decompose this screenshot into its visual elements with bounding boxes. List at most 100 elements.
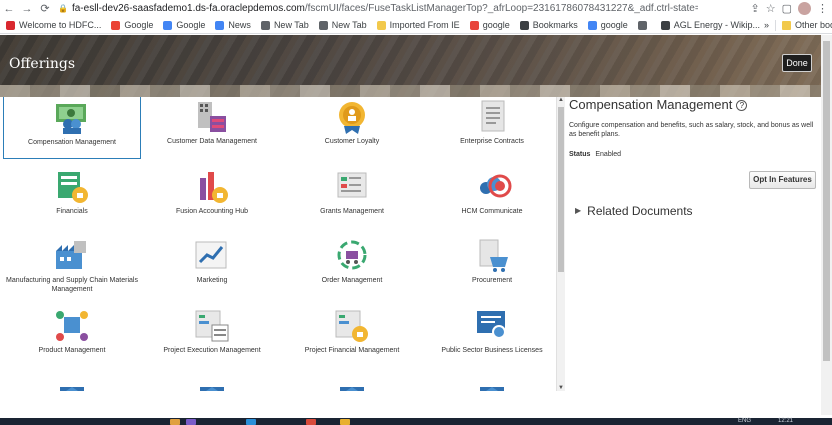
other-bookmarks-button[interactable]: Other bookmarks <box>795 20 832 30</box>
bookmark-item[interactable] <box>637 20 651 30</box>
taskbar-app-icon[interactable] <box>246 419 256 425</box>
offerings-grid: Compensation Management Customer Data Man… <box>0 97 556 391</box>
bookmark-item[interactable]: google <box>587 20 628 30</box>
detail-description: Configure compensation and benefits, suc… <box>569 122 814 138</box>
bookmark-item[interactable]: New Tab <box>260 20 309 30</box>
bookmark-item[interactable]: Imported From IE <box>376 20 460 30</box>
status-label: Status <box>569 151 591 158</box>
offering-tile[interactable]: Fusion Accounting Hub <box>143 164 281 229</box>
bookmark-item[interactable]: New Tab <box>318 20 367 30</box>
back-arrow-icon[interactable]: ← <box>0 3 18 15</box>
status-value: Enabled <box>595 151 622 158</box>
bookmark-favicon-icon <box>637 20 647 30</box>
offering-tile[interactable] <box>423 369 556 391</box>
offering-tile[interactable]: Enterprise Contracts <box>423 97 556 159</box>
offering-tile[interactable]: Project Execution Management <box>143 303 281 368</box>
taskbar-app-icon[interactable] <box>340 419 350 425</box>
taskbar-clock[interactable]: 12:21 <box>778 418 793 424</box>
offering-label: Grants Management <box>320 208 384 215</box>
offering-tile[interactable]: HCM Communicate <box>423 164 556 229</box>
taskbar-app-icon[interactable] <box>306 419 316 425</box>
offering-tile[interactable]: Order Management <box>283 233 421 298</box>
partial-icon <box>192 373 232 391</box>
taskbar-app-icon[interactable] <box>170 419 180 425</box>
offering-tile[interactable] <box>283 369 421 391</box>
offering-tile[interactable]: Marketing <box>143 233 281 298</box>
header-strip <box>0 85 821 97</box>
grants-icon <box>332 168 372 206</box>
hcm-communicate-icon <box>472 168 512 206</box>
offering-tile[interactable]: Financials <box>3 164 141 229</box>
taskbar-app-icon[interactable] <box>186 419 196 425</box>
offering-label: Enterprise Contracts <box>460 138 524 145</box>
offering-tile[interactable]: Customer Loyalty <box>283 97 421 159</box>
offering-label: Product Management <box>38 347 106 354</box>
grid-scrollbar[interactable]: ▲ ▼ <box>556 97 565 391</box>
bookmark-item[interactable]: Google <box>163 20 205 30</box>
page-scroll-thumb[interactable] <box>823 41 830 361</box>
offering-tile[interactable]: Public Sector Business Licenses <box>423 303 556 368</box>
procurement-icon <box>472 237 512 275</box>
offering-tile[interactable]: Compensation Management <box>3 97 141 159</box>
tab-window-icon[interactable]: ▢ <box>782 2 792 15</box>
done-button[interactable]: Done <box>782 54 812 72</box>
offering-tile[interactable]: Manufacturing and Supply Chain Materials… <box>3 233 141 298</box>
taskbar-language[interactable]: ENG <box>738 418 751 424</box>
bookmark-item[interactable]: Welcome to HDFC... <box>6 20 101 30</box>
more-bookmarks-button[interactable]: » <box>764 20 769 30</box>
bookmark-favicon-icon <box>260 20 270 30</box>
bookmark-favicon-icon <box>587 20 597 30</box>
menu-dots-icon[interactable]: ⋮ <box>817 2 828 15</box>
bookmark-label: google <box>600 20 628 30</box>
financials-icon <box>52 168 92 206</box>
detail-title: Compensation Management? <box>569 97 748 112</box>
order-cart-icon <box>332 237 372 275</box>
bookmark-star-icon[interactable]: ☆ <box>766 2 776 15</box>
page-title: Offerings <box>9 56 76 72</box>
bookmark-item[interactable]: News <box>215 20 251 30</box>
offering-tile[interactable]: Grants Management <box>283 164 421 229</box>
bookmark-label: google <box>482 20 510 30</box>
reload-icon[interactable]: ⟳ <box>36 2 54 15</box>
bookmark-label: Imported From IE <box>389 20 460 30</box>
divider <box>774 19 776 31</box>
bookmark-item[interactable]: google <box>469 20 510 30</box>
disclosure-triangle-icon[interactable]: ▶ <box>575 206 581 215</box>
offering-label: Customer Loyalty <box>324 138 380 145</box>
offering-label: Procurement <box>471 277 513 284</box>
offering-tile[interactable]: Procurement <box>423 233 556 298</box>
browser-toolbar: ← → ⟳ 🔒 fa-esll-dev26-saasfademo1.ds-fa.… <box>0 0 832 17</box>
scroll-down-icon[interactable]: ▼ <box>558 385 564 391</box>
opt-in-features-button[interactable]: Opt In Features <box>749 171 816 189</box>
partial-icon <box>52 373 92 391</box>
offering-label: Fusion Accounting Hub <box>176 208 248 215</box>
help-icon[interactable]: ? <box>736 100 748 111</box>
share-icon[interactable]: ⇪ <box>751 2 760 15</box>
folder-icon <box>781 20 791 30</box>
bookmark-item[interactable]: AGL Energy - Wikip... <box>660 20 760 30</box>
bookmark-item[interactable]: Google <box>111 20 153 30</box>
offering-tile[interactable]: Product Management <box>3 303 141 368</box>
offering-tile[interactable] <box>3 369 141 391</box>
offering-label: HCM Communicate <box>461 208 523 215</box>
bookmark-item[interactable]: Bookmarks <box>519 20 578 30</box>
offering-label: Project Financial Management <box>304 347 400 354</box>
related-documents-toggle[interactable]: ▶ Related Documents <box>575 204 693 218</box>
offering-tile[interactable]: Project Financial Management <box>283 303 421 368</box>
offering-tile[interactable]: Customer Data Management <box>143 97 281 159</box>
forward-arrow-icon[interactable]: → <box>18 3 36 15</box>
bookmark-favicon-icon <box>318 20 328 30</box>
scroll-up-icon[interactable]: ▲ <box>558 97 564 103</box>
offering-label: Financials <box>56 208 88 215</box>
bookmark-label: New Tab <box>273 20 309 30</box>
lock-icon: 🔒 <box>58 4 68 13</box>
profile-avatar[interactable] <box>798 2 811 15</box>
bookmark-label: Welcome to HDFC... <box>19 20 102 30</box>
customer-data-icon <box>192 98 232 136</box>
offering-tile[interactable] <box>143 369 281 391</box>
offering-label: Project Execution Management <box>163 347 261 354</box>
url-path: /fscmUI/faces/FuseTaskListManagerTop?_af… <box>304 3 698 14</box>
page-scrollbar[interactable] <box>821 35 832 415</box>
grid-scroll-thumb[interactable] <box>558 107 564 272</box>
address-bar[interactable]: 🔒 fa-esll-dev26-saasfademo1.ds-fa.oracle… <box>58 3 698 14</box>
